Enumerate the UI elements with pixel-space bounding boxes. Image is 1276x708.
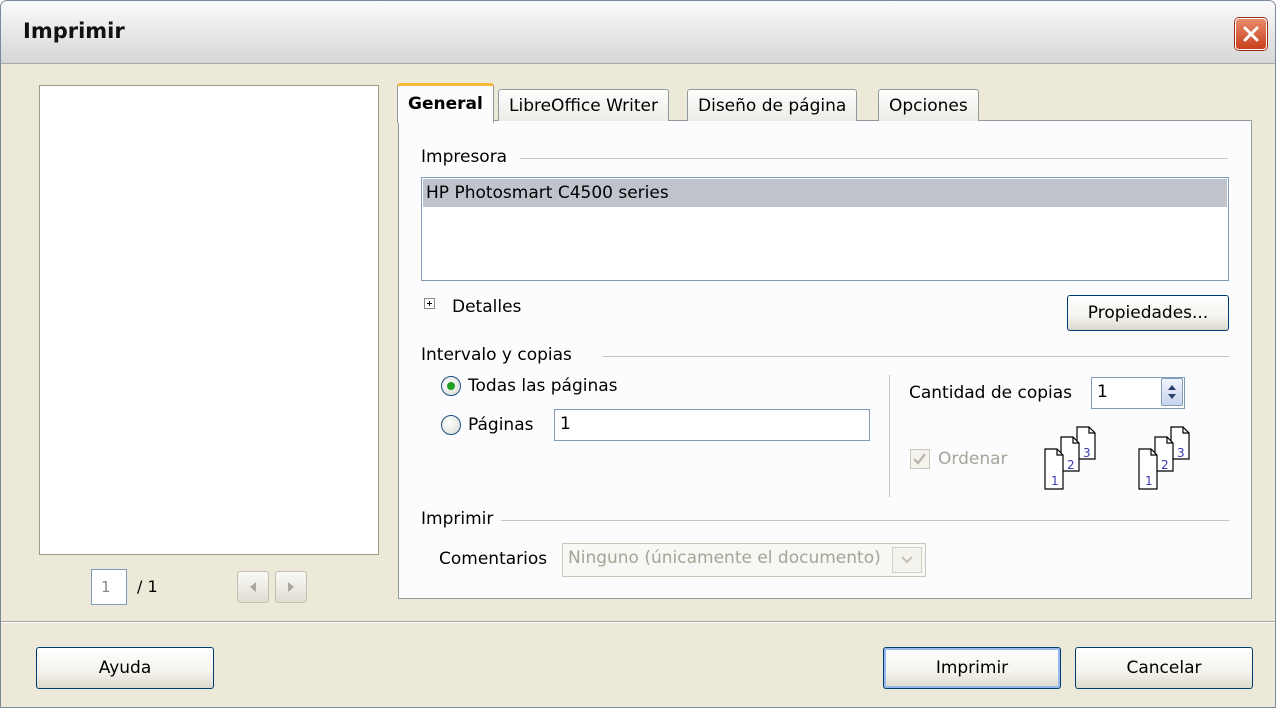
- printer-name: HP Photosmart C4500 series: [426, 183, 669, 203]
- collate-label[interactable]: Ordenar: [938, 449, 1008, 469]
- print-preview: [39, 85, 379, 555]
- comments-label: Comentarios: [439, 549, 548, 569]
- tab-libreoffice-writer[interactable]: LibreOffice Writer: [498, 89, 669, 121]
- details-expander-label[interactable]: Detalles: [452, 297, 521, 317]
- copies-spinner[interactable]: [1161, 378, 1183, 406]
- help-button[interactable]: Ayuda: [36, 647, 214, 689]
- expand-plus-icon[interactable]: [424, 298, 435, 309]
- title-bar: Imprimir: [1, 1, 1275, 64]
- pages-input[interactable]: 1: [554, 409, 870, 441]
- range-group-label: Intervalo y copias: [421, 345, 572, 365]
- tab-general[interactable]: General: [397, 83, 494, 123]
- comments-select[interactable]: Ninguno (únicamente el documento): [562, 543, 926, 577]
- svg-text:3: 3: [1083, 446, 1091, 460]
- close-icon: [1243, 26, 1259, 42]
- pages-label[interactable]: Páginas: [468, 415, 533, 435]
- all-pages-label[interactable]: Todas las páginas: [468, 376, 618, 396]
- cancel-button[interactable]: Cancelar: [1075, 647, 1253, 689]
- divider: [889, 375, 890, 497]
- svg-text:1: 1: [1051, 474, 1059, 488]
- next-page-button[interactable]: [275, 571, 307, 603]
- pages-radio[interactable]: [441, 415, 461, 435]
- tab-options[interactable]: Opciones: [878, 89, 979, 121]
- triangle-right-icon: [288, 582, 294, 592]
- svg-text:3: 3: [1177, 446, 1185, 460]
- print-button[interactable]: Imprimir: [883, 647, 1061, 689]
- copies-label: Cantidad de copias: [909, 383, 1073, 403]
- close-button[interactable]: [1235, 18, 1267, 50]
- properties-button[interactable]: Propiedades...: [1067, 295, 1229, 331]
- printer-group-label: Impresora: [421, 147, 508, 167]
- collate-pages-icon: 321: [1138, 426, 1190, 490]
- svg-text:2: 2: [1067, 458, 1075, 472]
- printer-list-item[interactable]: HP Photosmart C4500 series: [423, 179, 1227, 207]
- checkmark-icon: [913, 453, 926, 465]
- dropdown-button[interactable]: [892, 547, 922, 573]
- dialog-title: Imprimir: [23, 19, 125, 43]
- print-group-label: Imprimir: [421, 509, 494, 529]
- print-dialog: Imprimir 1 / 1 General LibreOffice Write…: [0, 0, 1276, 708]
- triangle-left-icon: [250, 582, 256, 592]
- printer-list[interactable]: HP Photosmart C4500 series: [421, 177, 1229, 281]
- divider: [1, 622, 1275, 623]
- chevron-down-icon: [901, 556, 913, 564]
- svg-text:2: 2: [1161, 458, 1169, 472]
- all-pages-radio[interactable]: [441, 376, 461, 396]
- collate-checkbox[interactable]: [910, 449, 930, 469]
- svg-text:1: 1: [1145, 474, 1153, 488]
- collate-pages-icon: 321: [1044, 426, 1096, 490]
- divider: [603, 356, 1229, 357]
- divider: [520, 158, 1228, 159]
- tab-page-layout[interactable]: Diseño de página: [687, 89, 858, 121]
- preview-page-input[interactable]: 1: [91, 569, 127, 605]
- preview-page-total: / 1: [137, 577, 158, 596]
- prev-page-button[interactable]: [237, 571, 269, 603]
- divider: [501, 520, 1229, 521]
- spin-arrows-icon: [1168, 385, 1176, 399]
